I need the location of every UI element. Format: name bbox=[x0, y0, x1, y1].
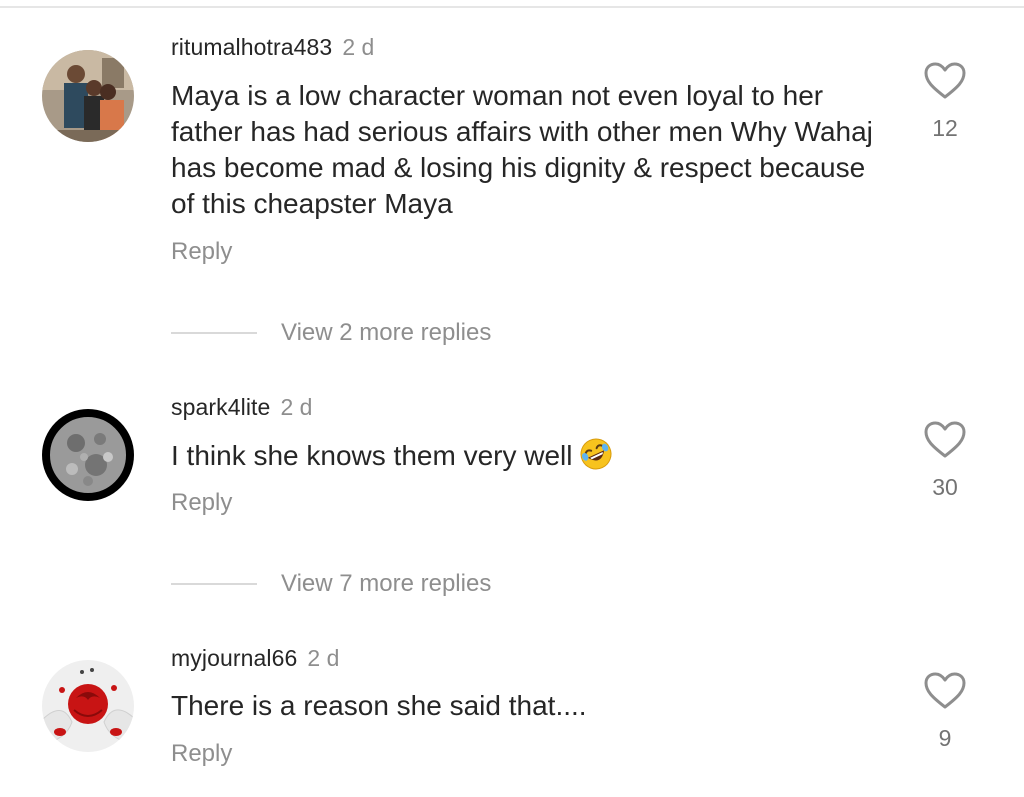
timestamp: 2 d bbox=[342, 34, 375, 60]
comment-text: I think she knows them very well bbox=[171, 437, 891, 474]
avatar-photo bbox=[42, 660, 134, 752]
comment-meta: spark4lite 2 d bbox=[171, 394, 312, 420]
heart-icon bbox=[924, 421, 966, 458]
timestamp: 2 d bbox=[280, 394, 313, 420]
username[interactable]: ritumalhotra483 bbox=[171, 34, 332, 60]
comment-text: There is a reason she said that.... bbox=[171, 690, 587, 721]
top-divider bbox=[0, 6, 1024, 8]
avatar-photo bbox=[42, 50, 134, 142]
like-count: 9 bbox=[938, 725, 952, 751]
username[interactable]: spark4lite bbox=[171, 394, 270, 420]
avatar-photo bbox=[42, 409, 134, 501]
like-count: 12 bbox=[932, 115, 958, 141]
like-button[interactable]: 12 bbox=[919, 62, 971, 140]
laughing-emoji-icon bbox=[580, 438, 611, 470]
heart-icon bbox=[924, 672, 966, 709]
comment-meta: ritumalhotra483 2 d bbox=[171, 34, 374, 60]
comment-text-body: I think she knows them very well bbox=[171, 440, 573, 471]
comment-meta: myjournal66 2 d bbox=[171, 645, 339, 671]
replies-divider-line bbox=[171, 583, 257, 585]
avatar[interactable] bbox=[42, 660, 134, 752]
avatar[interactable] bbox=[42, 409, 134, 501]
view-more-replies[interactable]: View 7 more replies bbox=[171, 569, 491, 599]
like-button[interactable]: 30 bbox=[919, 421, 971, 499]
comment-text: Maya is a low character woman not even l… bbox=[171, 80, 873, 219]
reply-button[interactable]: Reply bbox=[171, 238, 232, 266]
avatar[interactable] bbox=[42, 50, 134, 142]
view-more-replies[interactable]: View 2 more replies bbox=[171, 318, 491, 348]
heart-icon bbox=[924, 62, 966, 99]
like-button[interactable]: 9 bbox=[919, 672, 971, 750]
timestamp: 2 d bbox=[307, 645, 340, 671]
reply-button[interactable]: Reply bbox=[171, 740, 232, 768]
replies-divider-line bbox=[171, 332, 257, 334]
view-replies-label: View 7 more replies bbox=[281, 570, 492, 597]
rolling-on-floor-laughing-emoji bbox=[579, 437, 613, 471]
username[interactable]: myjournal66 bbox=[171, 645, 297, 671]
like-count: 30 bbox=[932, 474, 958, 500]
reply-button[interactable]: Reply bbox=[171, 489, 232, 517]
view-replies-label: View 2 more replies bbox=[281, 319, 492, 346]
